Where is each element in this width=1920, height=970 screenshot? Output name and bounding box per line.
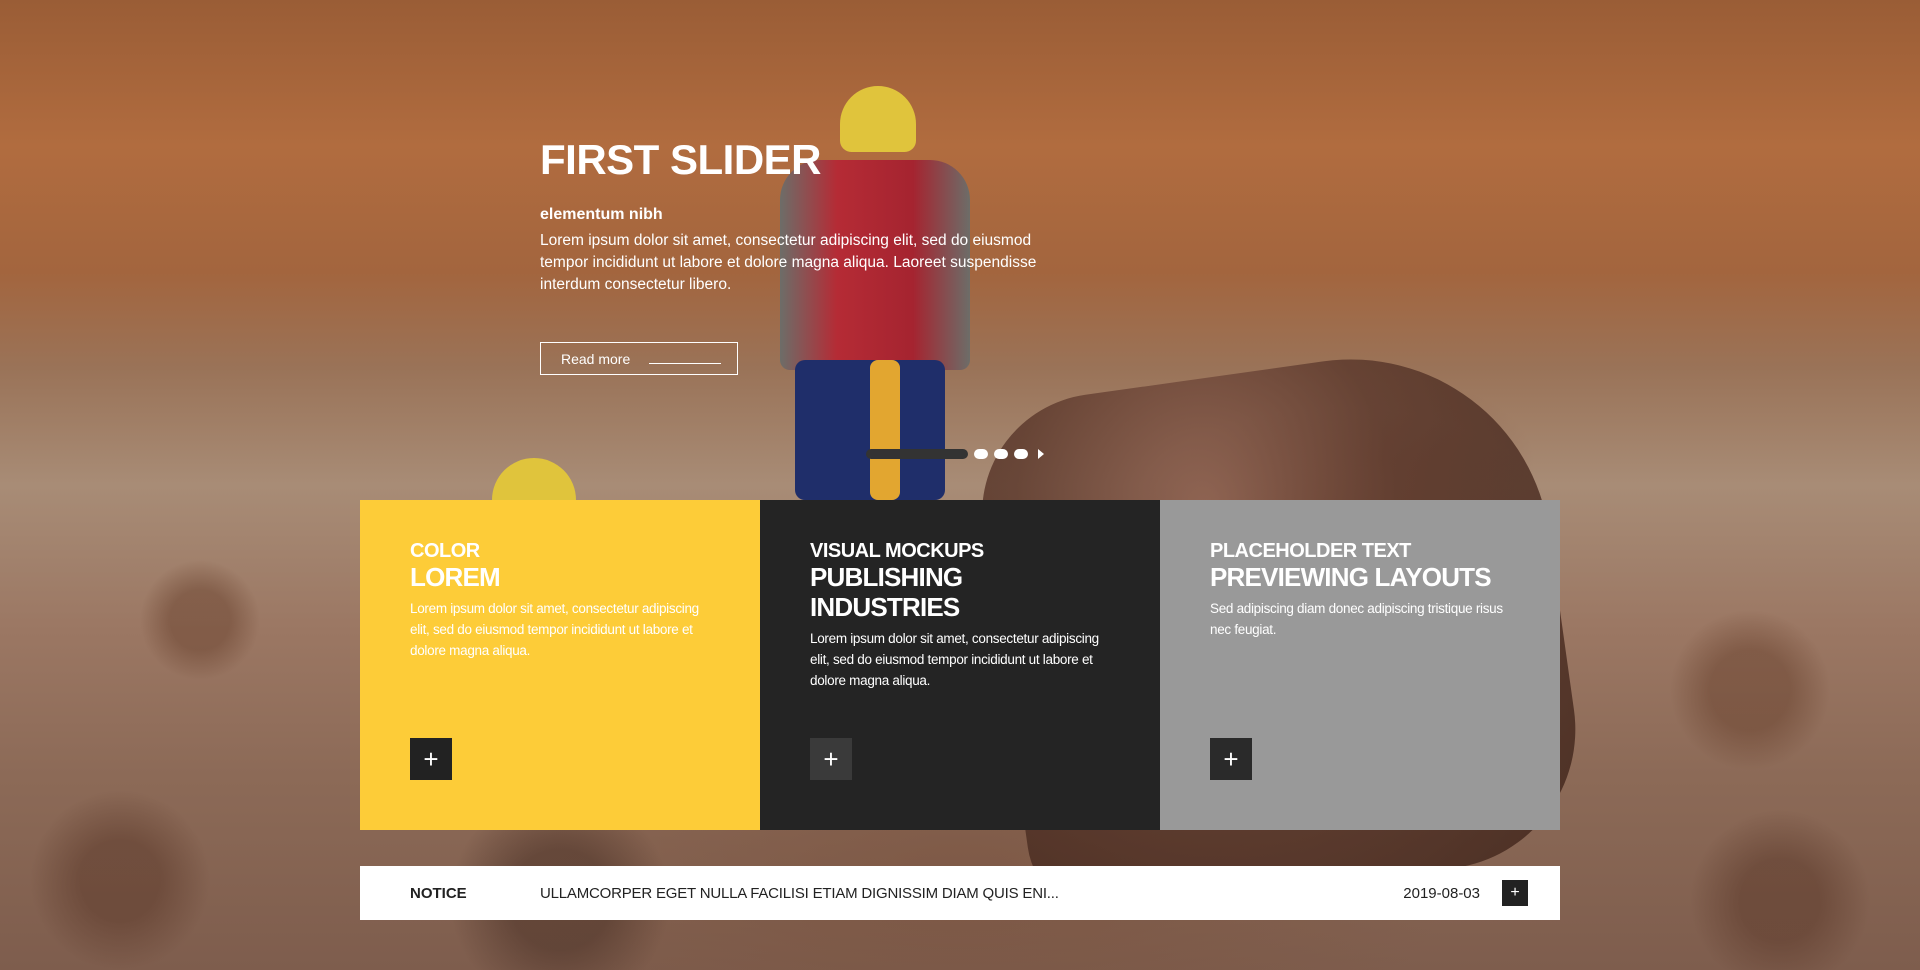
slide-title: FIRST SLIDER (540, 136, 822, 183)
plus-button[interactable]: + (410, 738, 452, 780)
notice-label: NOTICE (410, 884, 467, 902)
pager-dot[interactable] (994, 449, 1008, 459)
notice-bar: NOTICE ULLAMCORPER EGET NULLA FACILISI E… (360, 866, 1560, 920)
hero-slider: FIRST SLIDER elementum nibh Lorem ipsum … (0, 0, 1920, 970)
box-text: Lorem ipsum dolor sit amet, consectetur … (410, 601, 699, 658)
pager-active-bar[interactable] (866, 449, 968, 459)
slide-subtitle: elementum nibh (540, 206, 663, 223)
box-title: PUBLISHING INDUSTRIES (810, 562, 963, 622)
notice-more-button[interactable]: + (1502, 880, 1528, 906)
notice-link[interactable]: ULLAMCORPER EGET NULLA FACILISI ETIAM DI… (540, 885, 1059, 902)
read-more-label: Read more (561, 350, 631, 367)
slider-pager (866, 449, 1044, 459)
feature-box-color: COLOR LOREM Lorem ipsum dolor sit amet, … (360, 500, 760, 830)
pager-next-icon[interactable] (1038, 449, 1044, 459)
feature-boxes: COLOR LOREM Lorem ipsum dolor sit amet, … (360, 500, 1560, 830)
notice-date: 2019-08-03 (1403, 884, 1480, 902)
slide-content: FIRST SLIDER elementum nibh Lorem ipsum … (540, 134, 1060, 296)
pager-dot[interactable] (974, 449, 988, 459)
plus-button[interactable]: + (1210, 738, 1252, 780)
box-kicker: PLACEHOLDER TEXT (1210, 540, 1411, 562)
read-more-line (649, 363, 721, 364)
box-kicker: VISUAL MOCKUPS (810, 540, 984, 562)
read-more-button[interactable]: Read more (540, 342, 738, 375)
feature-box-visual-mockups: VISUAL MOCKUPS PUBLISHING INDUSTRIES Lor… (760, 500, 1160, 830)
box-text: Sed adipiscing diam donec adipiscing tri… (1210, 601, 1503, 637)
box-kicker: COLOR (410, 540, 480, 562)
slide-description: Lorem ipsum dolor sit amet, consectetur … (540, 232, 1037, 293)
jackhammer-decoration (870, 360, 900, 500)
feature-box-placeholder-text: PLACEHOLDER TEXT PREVIEWING LAYOUTS Sed … (1160, 500, 1560, 830)
box-text: Lorem ipsum dolor sit amet, consectetur … (810, 631, 1099, 688)
box-title: PREVIEWING LAYOUTS (1210, 562, 1492, 592)
box-title: LOREM (410, 562, 501, 592)
plus-button[interactable]: + (810, 738, 852, 780)
pager-dot[interactable] (1014, 449, 1028, 459)
